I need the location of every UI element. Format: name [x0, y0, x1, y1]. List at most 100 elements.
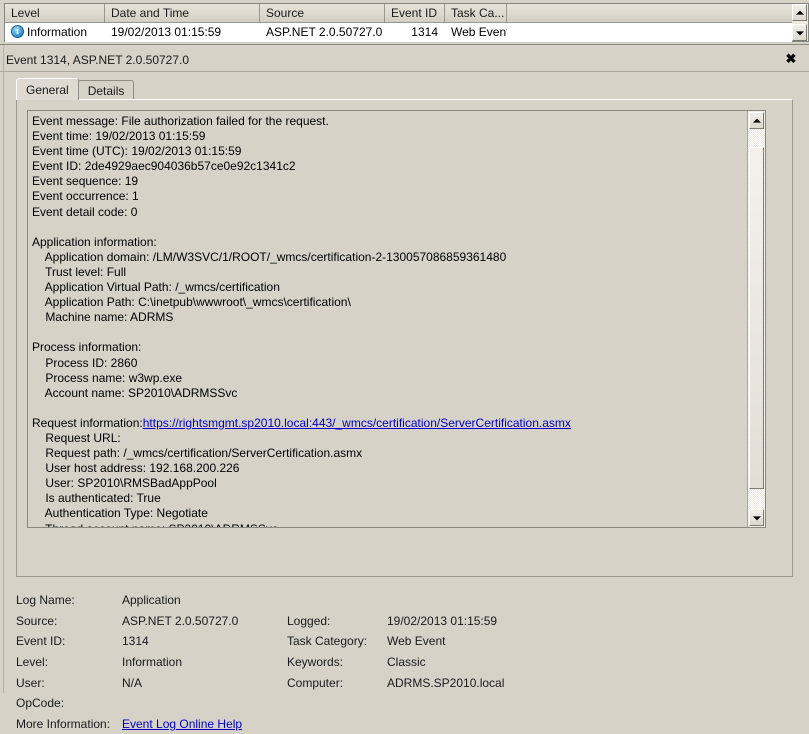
event-message-line: Process ID: 2860 [32, 356, 745, 371]
metadata-value-log-name: Application [122, 593, 287, 607]
event-message-text: Event message: File authorization failed… [32, 114, 745, 528]
metadata-label-log-name: Log Name: [16, 593, 122, 607]
metadata-value-source: ASP.NET 2.0.50727.0 [122, 614, 287, 628]
event-message-line: Authentication Type: Negotiate [32, 506, 745, 521]
event-message-line: Event sequence: 19 [32, 174, 745, 189]
column-header-source-label: Source [266, 6, 304, 20]
event-message-line: Application information: [32, 235, 745, 250]
event-message-line: Request URL: [32, 431, 745, 446]
cell-task-category: Web Event [445, 23, 507, 42]
event-message-line: Event message: File authorization failed… [32, 114, 745, 129]
cell-filler [507, 23, 805, 42]
column-header-source[interactable]: Source [260, 4, 385, 22]
event-message-line: Machine name: ADRMS [32, 310, 745, 325]
scroll-down-arrow-glyph [753, 516, 761, 520]
scroll-up-arrow-glyph [753, 118, 761, 122]
tab-panel-general: Event message: File authorization failed… [16, 99, 793, 577]
event-list-frame: Level Date and Time Source Event ID Task… [4, 3, 805, 42]
event-list-panel: Level Date and Time Source Event ID Task… [0, 0, 809, 44]
scroll-down-arrow-icon[interactable] [749, 509, 764, 526]
event-message-line: Is authenticated: True [32, 491, 745, 506]
metadata-value-logged: 19/02/2013 01:15:59 [387, 614, 497, 628]
scroll-up-arrow-icon[interactable] [792, 4, 807, 21]
event-message-line: Trust level: Full [32, 265, 745, 280]
column-header-level[interactable]: Level [5, 4, 105, 22]
metadata-value-task-category: Web Event [387, 634, 445, 648]
information-icon [11, 25, 24, 38]
scroll-down-arrow-icon[interactable] [792, 24, 807, 41]
event-message-line: Application Path: C:\inetpub\wwwroot\_wm… [32, 295, 745, 310]
event-log-online-help-link[interactable]: Event Log Online Help [122, 717, 242, 731]
column-header-event-id-label: Event ID [391, 6, 437, 20]
event-message-line: Account name: SP2010\ADRMSSvc [32, 386, 745, 401]
scrollbar-thumb[interactable] [749, 147, 764, 489]
metadata-label-event-id: Event ID: [16, 634, 122, 648]
metadata-label-level: Level: [16, 655, 122, 669]
event-message-line: Process name: w3wp.exe [32, 371, 745, 386]
metadata-row: OpCode: [16, 693, 796, 714]
event-metadata-grid: Log Name: Application Source: ASP.NET 2.… [16, 590, 796, 734]
event-list-column-headers: Level Date and Time Source Event ID Task… [5, 4, 805, 23]
column-header-event-id[interactable]: Event ID [385, 4, 445, 22]
column-header-filler [507, 4, 805, 22]
scroll-down-arrow-glyph [796, 31, 804, 35]
metadata-value-computer: ADRMS.SP2010.local [387, 676, 504, 690]
scroll-up-arrow-icon[interactable] [749, 112, 764, 129]
event-message-box[interactable]: Event message: File authorization failed… [27, 110, 766, 528]
metadata-label-opcode: OpCode: [16, 696, 122, 710]
event-detail-pane: Event 1314, ASP.NET 2.0.50727.0 ✖ Genera… [0, 44, 809, 692]
metadata-row: Event ID: 1314 Task Category: Web Event [16, 631, 796, 652]
metadata-row: User: N/A Computer: ADRMS.SP2010.local [16, 672, 796, 693]
metadata-label-keywords: Keywords: [287, 655, 387, 669]
event-message-line [32, 220, 745, 235]
page-title: Event 1314, ASP.NET 2.0.50727.0 [6, 50, 189, 70]
event-message-line: Request information:https://rightsmgmt.s… [32, 416, 745, 431]
metadata-row: Level: Information Keywords: Classic [16, 652, 796, 673]
event-message-line: Process information: [32, 340, 745, 355]
column-header-date-and-time[interactable]: Date and Time [105, 4, 260, 22]
column-header-date-and-time-label: Date and Time [111, 6, 189, 20]
metadata-label-source: Source: [16, 614, 122, 628]
column-header-task-category[interactable]: Task Ca... [445, 4, 507, 22]
tab-details[interactable]: Details [78, 80, 135, 100]
event-message-line: Event occurrence: 1 [32, 189, 745, 204]
metadata-value-keywords: Classic [387, 655, 426, 669]
request-url-link[interactable]: https://rightsmgmt.sp2010.local:443/_wmc… [143, 416, 571, 430]
metadata-label-user: User: [16, 676, 122, 690]
event-message-line: Application Virtual Path: /_wmcs/certifi… [32, 280, 745, 295]
tab-bar: General Details [16, 78, 133, 100]
column-header-task-category-label: Task Ca... [451, 6, 504, 20]
metadata-value-user: N/A [122, 676, 287, 690]
event-list-scrollbar[interactable] [792, 3, 809, 42]
event-message-line [32, 401, 745, 416]
event-message-line: Event time (UTC): 19/02/2013 01:15:59 [32, 144, 745, 159]
event-message-line: Event time: 19/02/2013 01:15:59 [32, 129, 745, 144]
table-row[interactable]: Information 19/02/2013 01:15:59 ASP.NET … [5, 23, 805, 42]
pane-divider [0, 71, 809, 72]
metadata-label-computer: Computer: [287, 676, 387, 690]
metadata-value-level: Information [122, 655, 287, 669]
metadata-row: Log Name: Application [16, 590, 796, 611]
cell-level: Information [5, 23, 105, 42]
cell-event-id: 1314 [385, 23, 445, 42]
metadata-row: Source: ASP.NET 2.0.50727.0 Logged: 19/0… [16, 611, 796, 632]
close-icon[interactable]: ✖ [779, 48, 803, 70]
event-message-line: Thread account name: SP2010\ADRMSSvc [32, 522, 745, 528]
metadata-row-more-information: More Information: Event Log Online Help [16, 714, 796, 734]
event-message-scrollbar[interactable] [747, 111, 765, 527]
event-message-line: User host address: 192.168.200.226 [32, 461, 745, 476]
event-message-line: User: SP2010\RMSBadAppPool [32, 476, 745, 491]
event-message-line [32, 325, 745, 340]
metadata-value-event-id: 1314 [122, 634, 287, 648]
event-message-line: Event detail code: 0 [32, 205, 745, 220]
metadata-label-task-category: Task Category: [287, 634, 387, 648]
event-message-line: Event ID: 2de4929aec904036b57ce0e92c1341… [32, 159, 745, 174]
event-message-line: Application domain: /LM/W3SVC/1/ROOT/_wm… [32, 250, 745, 265]
pane-left-edge [0, 45, 4, 693]
cell-source: ASP.NET 2.0.50727.0 [260, 23, 385, 42]
tab-general[interactable]: General [16, 78, 79, 100]
scroll-up-arrow-glyph [796, 10, 804, 14]
event-message-line: Request path: /_wmcs/certification/Serve… [32, 446, 745, 461]
metadata-label-more-information: More Information: [16, 717, 122, 731]
metadata-label-logged: Logged: [287, 614, 387, 628]
